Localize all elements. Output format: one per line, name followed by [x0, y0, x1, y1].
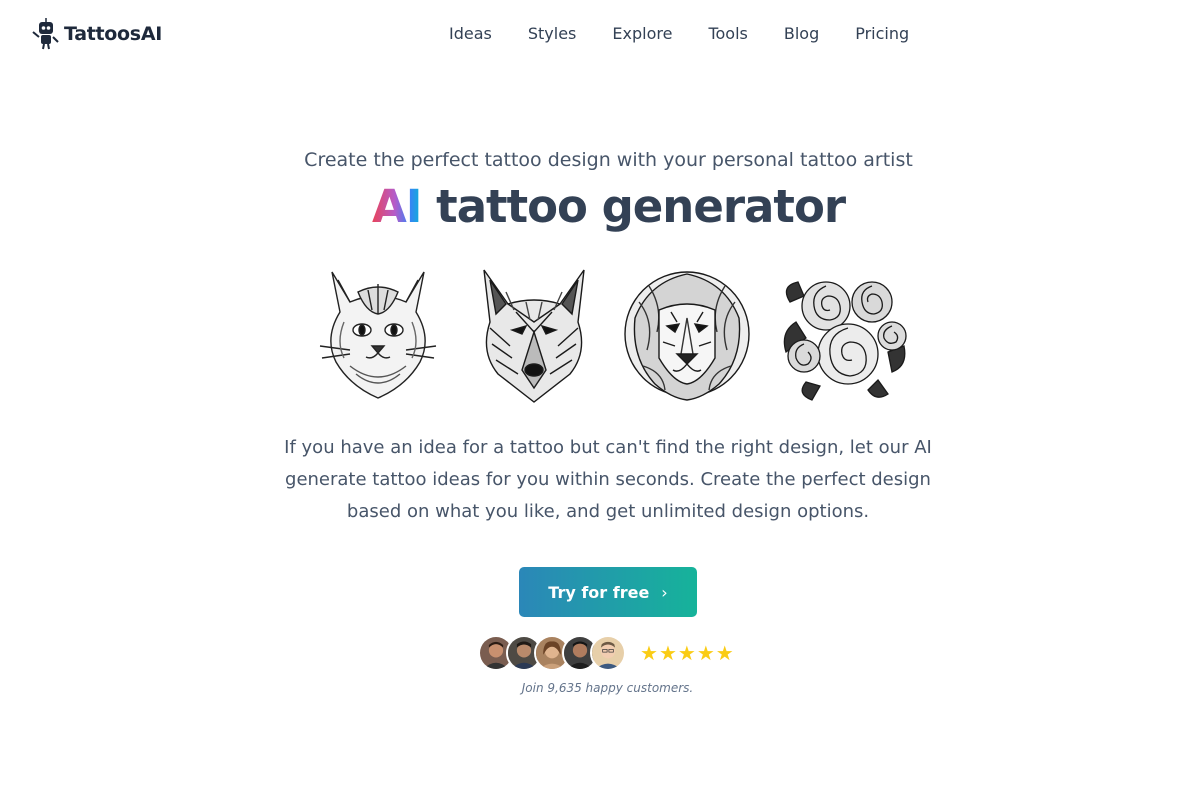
brand-name: TattoosAI: [64, 23, 162, 45]
lion-tattoo-image: [619, 262, 755, 404]
nav-pricing[interactable]: Pricing: [837, 22, 927, 46]
star-icon: ★: [677, 641, 696, 665]
cat-tattoo-image: [310, 262, 446, 404]
star-icon: ★: [640, 641, 658, 665]
nav-tools[interactable]: Tools: [690, 22, 765, 46]
avatar: [590, 635, 626, 671]
hero-title: AI tattoo generator: [0, 180, 1200, 233]
nav-explore[interactable]: Explore: [594, 22, 690, 46]
wolf-tattoo-image: [466, 262, 602, 404]
nav-blog[interactable]: Blog: [766, 22, 837, 46]
star-icon: ★: [658, 641, 677, 665]
brand-logo[interactable]: TattoosAI: [32, 18, 162, 50]
tattoo-gallery: [308, 262, 918, 407]
nav-ideas[interactable]: Ideas: [431, 22, 510, 46]
star-icon: ★: [715, 641, 734, 665]
hero-subtitle: Create the perfect tattoo design with yo…: [304, 149, 913, 171]
nav-styles[interactable]: Styles: [510, 22, 595, 46]
roses-tattoo-image: [776, 262, 912, 404]
chevron-right-icon: ›: [661, 582, 668, 602]
site-header: TattoosAI Ideas Styles Explore Tools Blo…: [0, 0, 1200, 70]
main-nav: Ideas Styles Explore Tools Blog Pricing: [431, 22, 927, 46]
rating-stars: ★ ★ ★ ★ ★: [640, 643, 735, 663]
try-for-free-button[interactable]: Try for free ›: [519, 567, 697, 617]
robot-logo-icon: [32, 18, 60, 50]
customer-avatars: [478, 635, 626, 671]
cta-label: Try for free: [548, 582, 650, 602]
social-proof: ★ ★ ★ ★ ★: [478, 635, 735, 671]
hero-description: If you have an idea for a tattoo but can…: [284, 437, 932, 522]
hero-title-highlight: AI: [371, 180, 423, 233]
customers-count-text: Join 9,635 happy customers.: [521, 681, 694, 695]
star-icon: ★: [696, 641, 715, 665]
hero-title-rest: tattoo generator: [421, 180, 846, 233]
